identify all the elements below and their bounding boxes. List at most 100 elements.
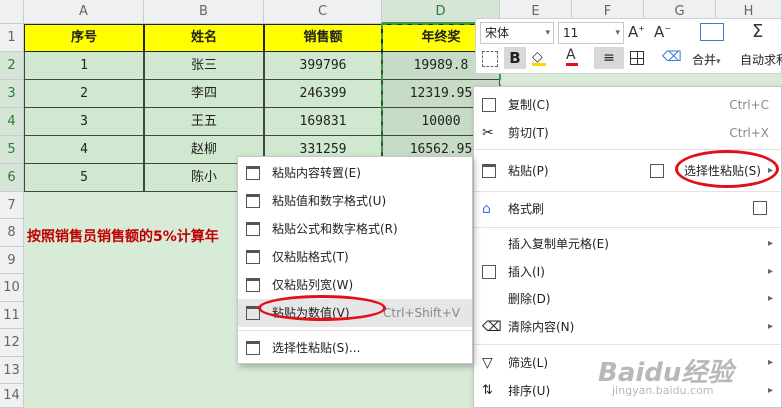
menu-item-paste-special[interactable]: 选择性粘贴(S) ▸ [650, 157, 781, 185]
row-header-4[interactable]: 4 [0, 108, 24, 136]
autosum-button[interactable]: 自动求和 [740, 51, 782, 68]
row-header-13[interactable]: 13 [0, 357, 24, 384]
table-cell[interactable]: 王五 [144, 108, 264, 136]
menu-divider [474, 191, 781, 192]
menu-item-label: 筛选(L) [508, 356, 549, 370]
paste-special-submenu: 粘贴内容转置(E) 粘贴值和数字格式(U) 粘贴公式和数字格式(R) 仅粘贴格式… [237, 156, 473, 364]
chevron-right-icon: ▸ [767, 357, 773, 368]
instruction-note: 按照销售员销售额的5%计算年 [27, 229, 219, 245]
table-cell[interactable]: 李四 [144, 80, 264, 108]
row-header-14[interactable]: 14 [0, 384, 24, 408]
table-cell[interactable]: 3 [24, 108, 144, 136]
filter-icon: ▽ [482, 355, 493, 371]
paste-icon [246, 341, 260, 355]
merge-button[interactable]: 合并▾ [692, 51, 721, 68]
sort-icon: ⇅ [482, 383, 493, 398]
menu-item-label: 粘贴内容转置(E) [272, 166, 361, 180]
menu-item-label: 删除(D) [508, 292, 551, 306]
chevron-right-icon: ▸ [767, 385, 773, 396]
menu-item-label: 粘贴公式和数字格式(R) [272, 222, 398, 236]
merge-icon[interactable] [700, 23, 724, 41]
col-header-a[interactable]: A [24, 0, 144, 24]
row-header-3[interactable]: 3 [0, 80, 24, 108]
menu-item-label: 仅粘贴格式(T) [272, 250, 349, 264]
increase-font-icon[interactable]: A+ [628, 23, 645, 41]
paste-icon [246, 278, 260, 292]
table-cell[interactable]: 1 [24, 52, 144, 80]
chevron-right-icon: ▸ [767, 266, 773, 277]
row-header-8[interactable]: 8 [0, 219, 24, 247]
mini-toolbar: 宋体 ▾ 11 ▾ A+ A− 合并▾ Σ 自动求和 B ◇ A ≡ ⌫ [475, 18, 782, 74]
menu-item-label: 粘贴为数值(V) [272, 306, 350, 320]
row-header-1[interactable]: 1 [0, 24, 24, 52]
chevron-down-icon: ▾ [545, 28, 550, 38]
merge-label: 合并 [692, 53, 717, 67]
submenu-item-transpose[interactable]: 粘贴内容转置(E) [238, 159, 472, 187]
row-header-6[interactable]: 6 [0, 164, 24, 192]
align-center-icon[interactable]: ≡ [594, 47, 624, 69]
bold-button[interactable]: B [504, 47, 526, 69]
table-cell[interactable]: 169831 [264, 108, 382, 136]
menu-item-delete[interactable]: 删除(D) ▸ [474, 285, 781, 313]
chevron-right-icon: ▸ [767, 293, 773, 304]
menu-item-copy[interactable]: 复制(C) Ctrl+C [474, 91, 781, 119]
menu-item-cut[interactable]: ✂ 剪切(T) Ctrl+X [474, 119, 781, 147]
submenu-item-formula-number-format[interactable]: 粘贴公式和数字格式(R) [238, 215, 472, 243]
table-cell[interactable]: 2 [24, 80, 144, 108]
row-header-10[interactable]: 10 [0, 274, 24, 302]
col-header-b[interactable]: B [144, 0, 264, 24]
submenu-item-column-width[interactable]: 仅粘贴列宽(W) [238, 271, 472, 299]
menu-item-label: 插入复制单元格(E) [508, 237, 609, 251]
format-painter-icon[interactable] [482, 51, 498, 67]
submenu-item-values-number-format[interactable]: 粘贴值和数字格式(U) [238, 187, 472, 215]
insert-icon [482, 265, 496, 279]
menu-item-shortcut: Ctrl+C [729, 98, 769, 112]
row-header-11[interactable]: 11 [0, 302, 24, 329]
table-header-cell[interactable]: 姓名 [144, 24, 264, 52]
select-all-corner[interactable] [0, 0, 24, 24]
row-header-7[interactable]: 7 [0, 192, 24, 219]
row-header-5[interactable]: 5 [0, 136, 24, 164]
row-header-12[interactable]: 12 [0, 329, 24, 357]
baidu-watermark-url: jingyan.baidu.com [612, 384, 714, 397]
chevron-right-icon: ▸ [767, 238, 773, 249]
chevron-right-icon: ▸ [767, 165, 773, 176]
menu-item-clear[interactable]: ⌫ 清除内容(N) ▸ [474, 313, 781, 341]
menu-item-insert-copied[interactable]: 插入复制单元格(E) ▸ [474, 230, 781, 258]
menu-item-label: 选择性粘贴(S) [684, 164, 761, 178]
table-cell[interactable]: 张三 [144, 52, 264, 80]
paste-icon [246, 222, 260, 236]
fill-color-icon[interactable]: ◇ [532, 49, 546, 66]
menu-item-label: 仅粘贴列宽(W) [272, 278, 354, 292]
table-cell[interactable]: 5 [24, 164, 144, 192]
menu-item-label: 粘贴值和数字格式(U) [272, 194, 387, 208]
menu-item-format-painter[interactable]: ⌂ 格式刷 [474, 195, 781, 223]
paste-icon [482, 164, 496, 178]
decrease-font-icon[interactable]: A− [654, 23, 671, 41]
row-header-2[interactable]: 2 [0, 52, 24, 80]
paste-icon [246, 166, 260, 180]
menu-item-insert[interactable]: 插入(I) ▸ [474, 258, 781, 286]
chevron-down-icon: ▾ [615, 28, 620, 38]
menu-divider [474, 344, 781, 345]
font-name-value: 宋体 [485, 26, 510, 40]
font-name-select[interactable]: 宋体 ▾ [480, 22, 554, 44]
row-header-9[interactable]: 9 [0, 247, 24, 274]
table-cell[interactable]: 246399 [264, 80, 382, 108]
col-header-c[interactable]: C [264, 0, 382, 24]
border-icon[interactable] [630, 51, 644, 65]
menu-item-label: 选择性粘贴(S)... [272, 341, 361, 355]
table-header-cell[interactable]: 序号 [24, 24, 144, 52]
autosum-label: 自动求和 [740, 53, 782, 67]
submenu-item-paste-values[interactable]: 粘贴为数值(V) Ctrl+Shift+V [238, 299, 472, 327]
autosum-icon[interactable]: Σ [752, 21, 763, 42]
submenu-item-paste-special[interactable]: 选择性粘贴(S)... [238, 334, 472, 362]
paste-icon [246, 250, 260, 264]
table-cell[interactable]: 399796 [264, 52, 382, 80]
table-header-cell[interactable]: 销售额 [264, 24, 382, 52]
font-size-select[interactable]: 11 ▾ [558, 22, 624, 44]
submenu-item-format-only[interactable]: 仅粘贴格式(T) [238, 243, 472, 271]
eraser-icon[interactable]: ⌫ [662, 49, 682, 65]
font-color-icon[interactable]: A [566, 47, 578, 66]
table-cell[interactable]: 4 [24, 136, 144, 164]
